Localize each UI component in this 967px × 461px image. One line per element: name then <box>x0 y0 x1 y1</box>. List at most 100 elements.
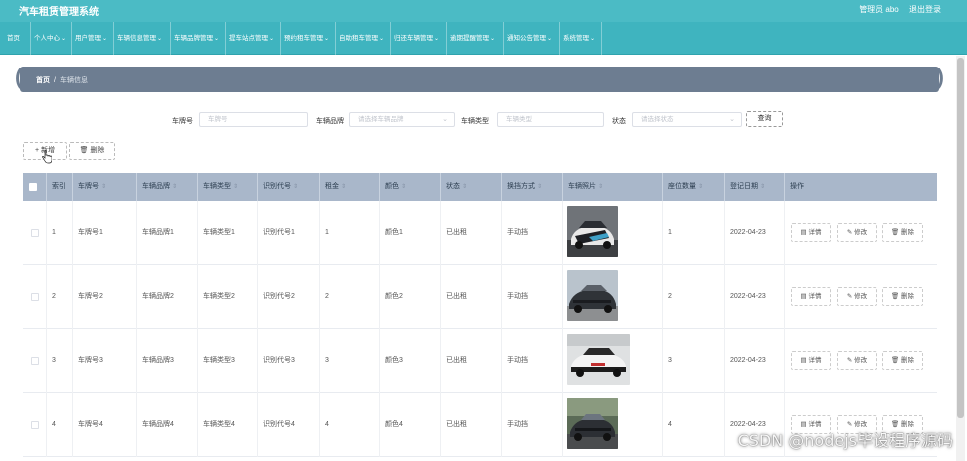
sort-icon: ⇕ <box>598 184 604 190</box>
cell-code: 识别代号4 <box>258 393 320 457</box>
bracket-right-decoration: ) <box>936 64 944 89</box>
edit-label: 修改 <box>854 357 868 364</box>
column-header-color[interactable]: 颜色 ⇕ <box>380 173 441 201</box>
type-input[interactable]: 车辆类型 <box>497 112 604 127</box>
column-header-seats[interactable]: 座位数量 ⇕ <box>663 173 725 201</box>
nav-item-overdue[interactable]: 逾期提醒管理⌄ <box>447 22 504 55</box>
column-header-status[interactable]: 状态 ⇕ <box>441 173 502 201</box>
column-header-gear[interactable]: 换挡方式 ⇕ <box>502 173 563 201</box>
brand-select[interactable]: 请选择车辆品牌 ⌄ <box>349 112 455 127</box>
nav-label: 通知公告管理 <box>507 35 546 42</box>
delete-button[interactable]: 🗑 删除 <box>882 223 923 242</box>
column-header-rent[interactable]: 租金 ⇕ <box>320 173 380 201</box>
select-all-checkbox[interactable] <box>29 183 37 191</box>
header-label: 索引 <box>52 183 66 190</box>
pencil-icon: ✎ <box>846 229 853 236</box>
header-label: 座位数量 <box>668 183 696 190</box>
column-header-photo[interactable]: 车辆照片 ⇕ <box>563 173 663 201</box>
nav-item-profile[interactable]: 个人中心⌄ <box>31 22 72 55</box>
table-row: 2 车牌号2 车辆品牌2 车辆类型2 识别代号2 2 颜色2 已出租 手动挡 2… <box>23 265 937 329</box>
batch-delete-button[interactable]: 🗑 删除 <box>69 142 115 160</box>
chevron-down-icon: ⌄ <box>324 36 330 42</box>
nav-item-system[interactable]: 系统管理⌄ <box>560 22 602 55</box>
cell-type: 车辆类型3 <box>198 329 258 393</box>
plate-label: 车牌号 <box>172 118 193 125</box>
nav-item-users[interactable]: 用户管理⌄ <box>72 22 114 55</box>
sort-icon: ⇕ <box>698 184 704 190</box>
nav-label: 车辆品牌管理 <box>174 35 213 42</box>
column-header-brand[interactable]: 车辆品牌 ⇕ <box>137 173 198 201</box>
detail-button[interactable]: ▤ 详情 <box>791 287 831 306</box>
vertical-scrollbar[interactable] <box>956 56 965 461</box>
car-photo[interactable] <box>567 206 618 257</box>
watermark: CSDN @nodejs毕设程序源码 <box>737 431 953 450</box>
cell-index: 1 <box>47 201 73 265</box>
nav-item-stations[interactable]: 提车站点管理⌄ <box>226 22 281 55</box>
edit-label: 修改 <box>854 293 868 300</box>
chevron-down-icon: ⌄ <box>379 36 385 42</box>
delete-label: 删除 <box>901 357 915 364</box>
main-nav: 首页 个人中心⌄ 用户管理⌄ 车辆信息管理⌄ 车辆品牌管理⌄ 提车站点管理⌄ 预… <box>0 22 967 55</box>
cell-code: 识别代号2 <box>258 265 320 329</box>
cell-seats: 4 <box>663 393 725 457</box>
edit-button[interactable]: ✎ 修改 <box>837 351 877 370</box>
nav-item-home[interactable]: 首页 <box>4 22 31 55</box>
row-select-cell <box>23 265 47 329</box>
header-label: 识别代号 <box>263 183 291 190</box>
nav-item-returns[interactable]: 归还车辆管理⌄ <box>391 22 447 55</box>
breadcrumb-home[interactable]: 首页 <box>36 77 50 84</box>
delete-button[interactable]: 🗑 删除 <box>882 351 923 370</box>
header-label: 登记日期 <box>730 183 758 190</box>
cell-rent: 1 <box>320 201 380 265</box>
select-all-cell <box>23 173 47 201</box>
delete-button[interactable]: 🗑 删除 <box>882 287 923 306</box>
nav-label: 首页 <box>7 35 20 42</box>
nav-item-notices[interactable]: 通知公告管理⌄ <box>504 22 560 55</box>
column-header-index[interactable]: 索引 <box>47 173 73 201</box>
cell-index: 3 <box>47 329 73 393</box>
header-label: 车辆照片 <box>568 183 596 190</box>
sort-icon: ⇕ <box>293 184 299 190</box>
user-label: 管理员 abo <box>859 5 899 14</box>
edit-button[interactable]: ✎ 修改 <box>837 287 877 306</box>
nav-item-brands[interactable]: 车辆品牌管理⌄ <box>171 22 226 55</box>
detail-button[interactable]: ▤ 详情 <box>791 351 831 370</box>
status-label: 状态 <box>612 118 626 125</box>
nav-item-self-rent[interactable]: 自助租车管理⌄ <box>336 22 391 55</box>
detail-button[interactable]: ▤ 详情 <box>791 223 831 242</box>
breadcrumb: ( 首页 / 车辆信息 ) <box>15 64 944 92</box>
cell-gear: 手动挡 <box>502 393 563 457</box>
row-checkbox[interactable] <box>31 229 39 237</box>
detail-label: 详情 <box>808 229 822 236</box>
car-photo[interactable] <box>567 270 618 321</box>
cell-gear: 手动挡 <box>502 265 563 329</box>
header-label: 车辆品牌 <box>142 183 170 190</box>
cell-status: 已出租 <box>441 265 502 329</box>
edit-button[interactable]: ✎ 修改 <box>837 223 877 242</box>
plate-input[interactable]: 车牌号 <box>199 112 308 127</box>
header-label: 换挡方式 <box>507 183 535 190</box>
nav-item-reservations[interactable]: 预约租车管理⌄ <box>281 22 336 55</box>
cell-index: 4 <box>47 393 73 457</box>
header-label: 租金 <box>325 183 339 190</box>
cell-plate: 车牌号1 <box>73 201 137 265</box>
cell-color: 颜色4 <box>380 393 441 457</box>
column-header-date[interactable]: 登记日期 ⇕ <box>725 173 785 201</box>
query-button[interactable]: 查询 <box>746 111 783 127</box>
delete-label: 删除 <box>901 293 915 300</box>
car-photo[interactable] <box>567 398 618 449</box>
column-header-type[interactable]: 车辆类型 ⇕ <box>198 173 258 201</box>
column-header-code[interactable]: 识别代号 ⇕ <box>258 173 320 201</box>
status-select[interactable]: 请选择状态 ⌄ <box>632 112 742 127</box>
sort-icon: ⇕ <box>172 184 178 190</box>
nav-item-vehicles[interactable]: 车辆信息管理⌄ <box>114 22 171 55</box>
document-icon: ▤ <box>800 293 807 300</box>
scrollbar-thumb[interactable] <box>957 58 964 418</box>
column-header-plate[interactable]: 车牌号 ⇕ <box>73 173 137 201</box>
logout-link[interactable]: 退出登录 <box>909 5 941 14</box>
row-checkbox[interactable] <box>31 293 39 301</box>
car-photo[interactable] <box>567 334 630 385</box>
cell-brand: 车辆品牌2 <box>137 265 198 329</box>
row-checkbox[interactable] <box>31 421 39 429</box>
row-checkbox[interactable] <box>31 357 39 365</box>
